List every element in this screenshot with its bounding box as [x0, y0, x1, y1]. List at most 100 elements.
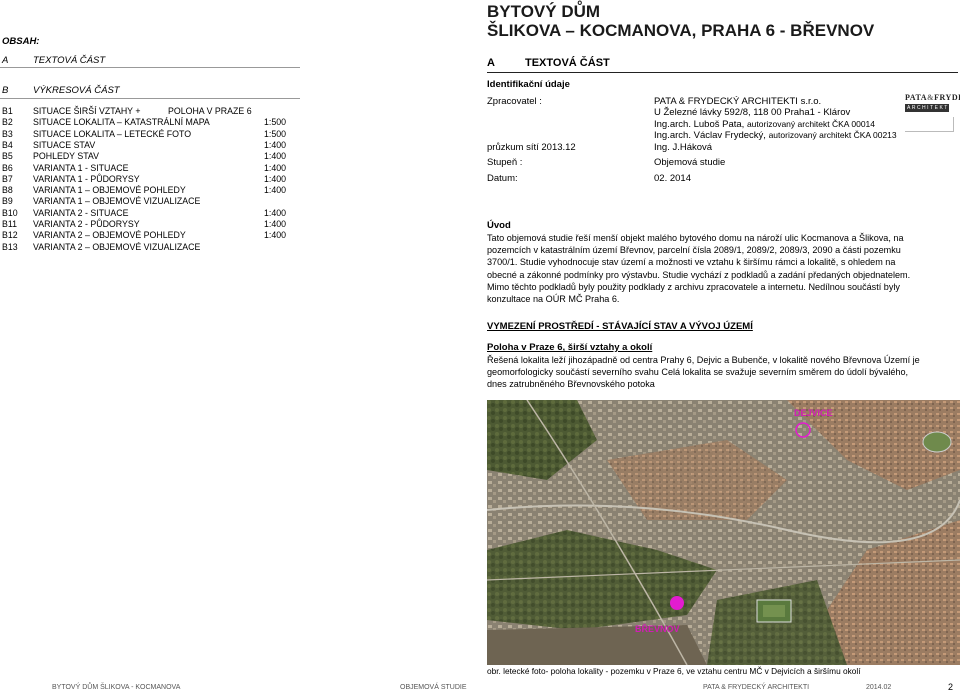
drawing-title: SITUACE STAV	[33, 139, 96, 150]
company-name: PATA & FRYDECKÝ ARCHITEKTI s.r.o.	[654, 96, 822, 107]
drawing-list-item: B5 POHLEDY STAV 1:400	[2, 151, 302, 162]
section-title: TEXTOVÁ ČÁST	[525, 57, 610, 69]
document-title-line1: BYTOVÝ DŮM	[487, 2, 601, 21]
section-letter: A	[487, 57, 495, 69]
identification-heading: Identifikační údaje	[487, 79, 570, 90]
date-label: Datum:	[487, 173, 518, 184]
drawing-scale: 1:400	[264, 185, 287, 196]
drawing-title: VARIANTA 2 – OBJEMOVÉ VIZUALIZACE	[33, 241, 201, 252]
drawing-code: B3	[2, 128, 13, 139]
footer-office: PATA & FRYDECKÝ ARCHITEKTI	[703, 684, 810, 691]
survey-label: průzkum sítí 2013.12	[487, 142, 576, 153]
section-b-letter: B	[2, 85, 9, 96]
page-number: 2	[948, 682, 954, 692]
drawing-list-item: B8 VARIANTA 1 – OBJEMOVÉ POHLEDY 1:400	[2, 185, 302, 196]
drawing-title: VARIANTA 2 - PŮDORYSY	[33, 219, 140, 229]
drawing-code: B11	[2, 219, 17, 229]
location-text: Řešená lokalita leží jihozápadně od cent…	[487, 354, 958, 391]
drawing-title: VARIANTA 1 - SITUACE	[33, 162, 129, 173]
drawing-list: B1 SITUACE ŠIRŠÍ VZTAHY + POLOHA V PRAZE 6…	[2, 106, 302, 256]
drawing-code: B8	[2, 185, 13, 196]
drawing-scale: 1:400	[264, 162, 287, 173]
map-label-brevnov: BŘEVNOV	[635, 624, 680, 634]
prepared-label: Zpracovatel :	[487, 96, 542, 107]
date-value: 02. 2014	[654, 173, 691, 184]
drawing-scale: 1:400	[264, 219, 287, 229]
footer-project: BYTOVÝ DŮM ŠLIKOVA - KOCMANOVA	[52, 684, 181, 691]
drawing-list-item: B7 VARIANTA 1 - PŮDORYSY 1:400	[2, 174, 302, 185]
drawing-title: VARIANTA 1 – OBJEMOVÉ POHLEDY	[33, 185, 186, 196]
text-line: 3700/1. Studie vyhodnocuje stav území a …	[487, 257, 896, 268]
drawing-list-item: B6 VARIANTA 1 - SITUACE 1:400	[2, 163, 302, 174]
drawing-list-item: B10 VARIANTA 2 - SITUACE 1:400	[2, 208, 302, 219]
drawing-list-item: B2 SITUACE LOKALITA – KATASTRÁLNÍ MAPA 1:5…	[2, 117, 302, 128]
stage-value: Objemová studie	[654, 157, 726, 168]
drawing-list-item: B12 VARIANTA 2 – OBJEMOVÉ POHLEDY 1:400	[2, 230, 302, 241]
company-address: U Železné lávky 592/8, 118 00 Praha1 - K…	[654, 107, 851, 118]
person2-name: Ing.arch. Václav Frydecký,	[654, 130, 766, 141]
header-rule	[487, 72, 958, 73]
logo-text: FRYDECKÝ	[934, 93, 960, 102]
person2: Ing.arch. Václav Frydecký, autorizovaný …	[654, 130, 897, 141]
stage-label: Stupeň :	[487, 157, 523, 168]
drawing-title: POHLEDY STAV	[33, 151, 99, 162]
text-line: konzultace na OÚR MČ Praha 6.	[487, 294, 620, 305]
logo-graphic	[905, 117, 954, 132]
drawing-title: VARIANTA 2 - SITUACE	[33, 207, 129, 218]
drawing-list-item: B11 VARIANTA 2 - PŮDORYSY 1:400	[2, 219, 302, 230]
logo-subtext: ARCHITEKTI	[905, 104, 952, 112]
drawing-code: B10	[2, 207, 18, 218]
text-line: geomorfologicky součástí severního svahu…	[487, 367, 909, 378]
document-title-line2: ŠLIKOVA – KOCMANOVA, PRAHA 6 - BŘEVNOV	[487, 21, 875, 40]
drawing-list-item: B13 VARIANTA 2 – OBJEMOVÉ VIZUALIZACE	[2, 242, 302, 253]
text-line: pozemcích v katastrálním území Břevnov, …	[487, 245, 901, 256]
drawing-list-item: B1 SITUACE ŠIRŠÍ VZTAHY + POLOHA V PRAZE 6	[2, 106, 302, 117]
photo-caption: obr. letecké foto- poloha lokality - poz…	[487, 666, 861, 676]
footer-stage: OBJEMOVÁ STUDIE	[400, 684, 467, 691]
drawing-title: VARIANTA 2 – OBJEMOVÉ POHLEDY	[33, 230, 186, 241]
section-b-title: VÝKRESOVÁ ČÁST	[33, 85, 120, 96]
drawing-title: VARIANTA 1 - PŮDORYSY	[33, 173, 140, 184]
drawing-code: B2	[2, 117, 13, 128]
intro-heading: Úvod	[487, 220, 511, 231]
person1-name: Ing.arch. Luboš Pata,	[654, 119, 745, 130]
section-heading: VYMEZENÍ PROSTŘEDÍ - STÁVAJÍCÍ STAV A VÝ…	[487, 321, 753, 332]
footer-date: 2014.02	[866, 684, 892, 691]
aerial-photo: DEJVICE BŘEVNOV	[487, 400, 960, 665]
drawing-code: B5	[2, 151, 13, 162]
drawing-scale: 1:400	[264, 207, 287, 218]
logo-text: PATA	[905, 93, 927, 102]
drawing-scale: 1:500	[264, 117, 287, 128]
contents-heading: OBSAH:	[2, 36, 40, 47]
drawing-code: B9	[2, 196, 13, 207]
text-line: Řešená lokalita leží jihozápadně od cent…	[487, 355, 920, 365]
drawing-code: B7	[2, 173, 13, 184]
intro-text: Tato objemová studie řeší menší objekt m…	[487, 232, 958, 305]
location-heading: Poloha v Praze 6, širší vztahy a okolí	[487, 342, 653, 353]
person2-role: autorizovaný architekt ČKA 00213	[768, 130, 897, 140]
person1: Ing.arch. Luboš Pata, autorizovaný archi…	[654, 119, 875, 130]
drawing-list-item: B9 VARIANTA 1 – OBJEMOVÉ VIZUALIZACE	[2, 196, 302, 207]
drawing-scale: 1:400	[264, 151, 287, 162]
drawing-code: B12	[2, 230, 18, 241]
divider	[0, 67, 300, 68]
drawing-code: B6	[2, 162, 13, 173]
person1-role: autorizovaný architekt ČKA 00014	[746, 119, 876, 129]
section-a-letter: A	[2, 55, 9, 66]
text-line: dnes zatrubněného Břevnovského potoka	[487, 379, 655, 390]
text-line: Tato objemová studie řeší menší objekt m…	[487, 233, 904, 243]
map-label-dejvice: DEJVICE	[794, 408, 833, 418]
drawing-code: B1	[2, 106, 13, 116]
drawing-extra: POLOHA V PRAZE 6	[168, 106, 252, 116]
drawing-scale: 1:400	[264, 230, 287, 241]
section-a-title: TEXTOVÁ ČÁST	[33, 55, 106, 66]
drawing-list-item: B4 SITUACE STAV 1:400	[2, 140, 302, 151]
drawing-scale: 1:400	[264, 173, 287, 184]
survey-value: Ing. J.Háková	[654, 142, 713, 153]
drawing-title: SITUACE LOKALITA – LETECKÉ FOTO	[33, 128, 192, 139]
text-line: obecné a zákonné podmínky pro výstavbu. …	[487, 269, 911, 280]
drawing-code: B4	[2, 139, 13, 150]
divider	[0, 98, 300, 99]
drawing-list-item: B3 SITUACE LOKALITA – LETECKÉ FOTO 1:500	[2, 129, 302, 140]
company-logo: PATA&FRYDECKÝ ARCHITEKTI	[905, 93, 960, 137]
